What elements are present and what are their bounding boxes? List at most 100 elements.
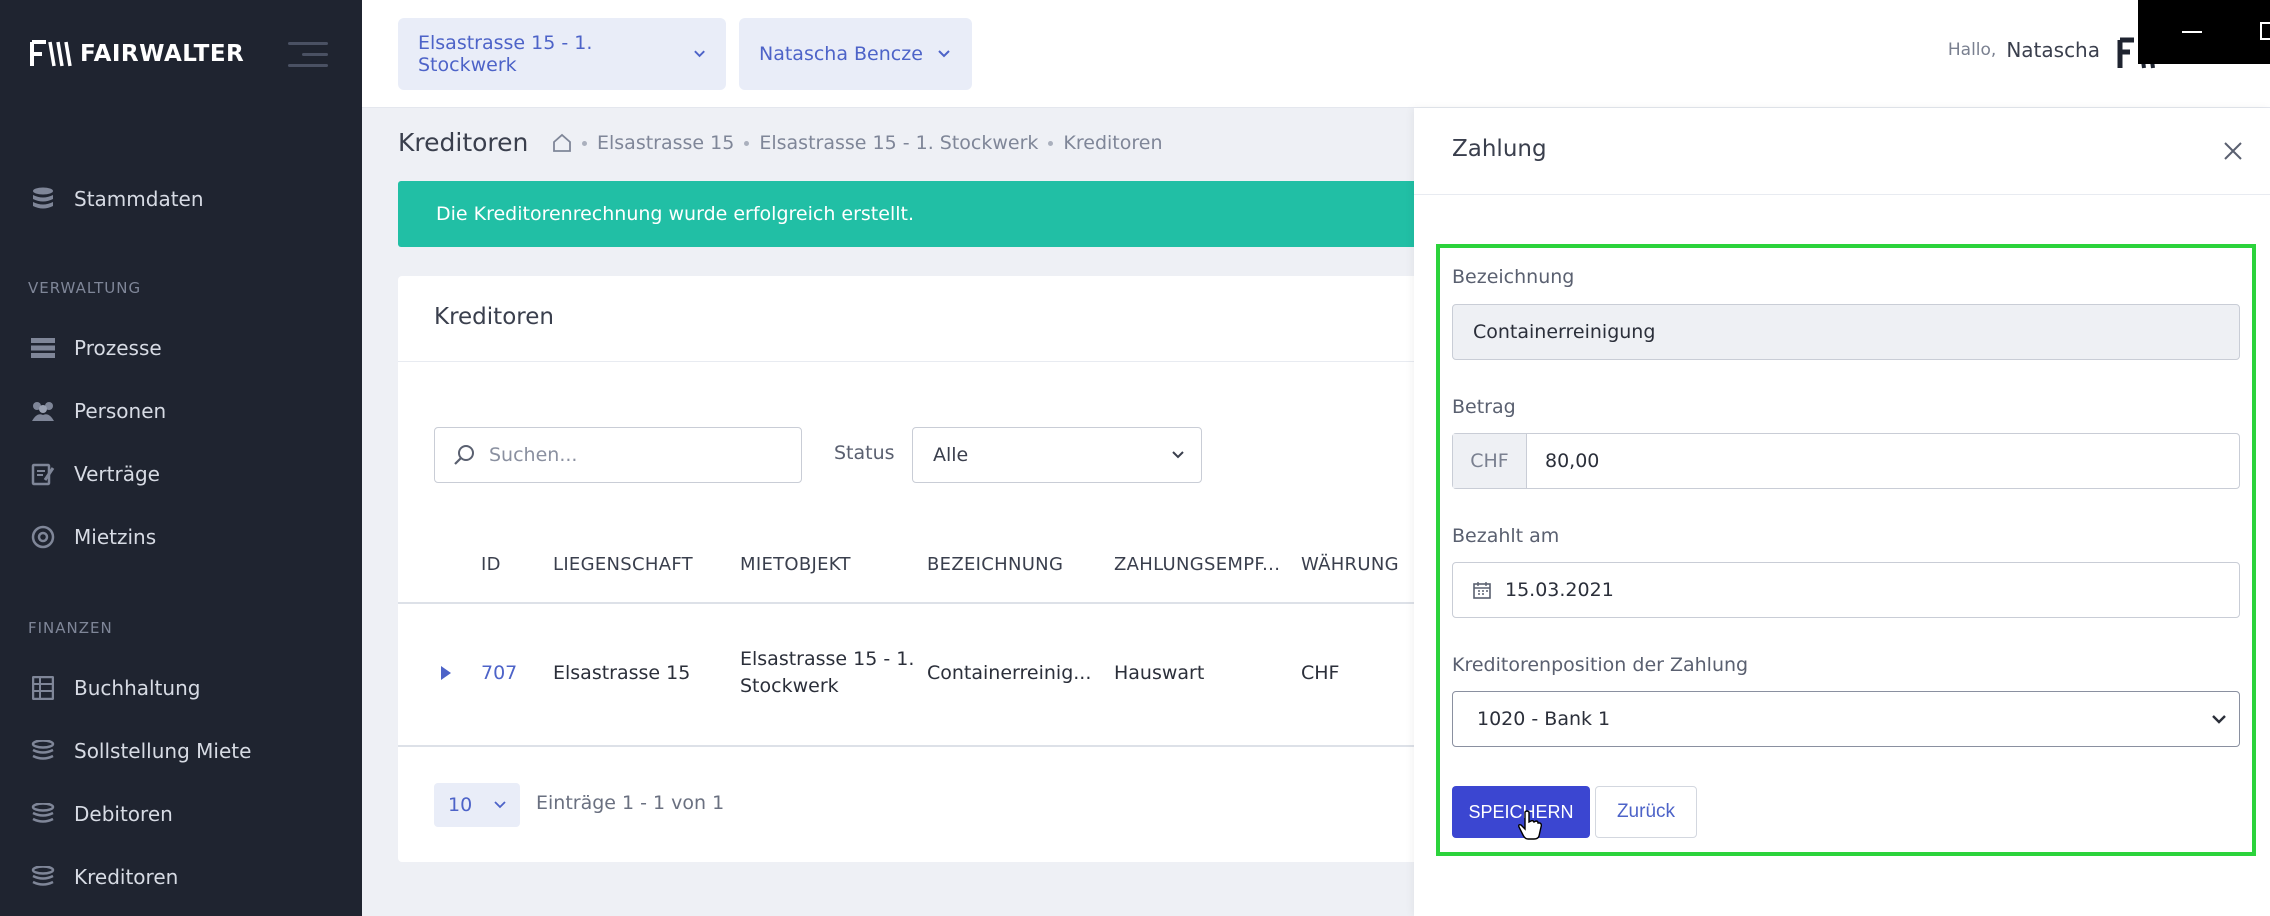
menu-toggle-icon[interactable] (288, 42, 328, 72)
cell-bezeichnung: Containerreinig... (927, 662, 1092, 684)
sidebar-item-debitoren[interactable]: Debitoren (30, 794, 173, 834)
sidebar-item-vertraege[interactable]: Verträge (30, 454, 160, 494)
breadcrumb-item[interactable]: Elsastrasse 15 - 1. Stockwerk (759, 132, 1038, 154)
page-title: Kreditoren (398, 128, 529, 157)
status-label: Status (834, 442, 895, 464)
bezeichnung-field[interactable]: Containerreinigung (1452, 304, 2240, 360)
sidebar-item-buchhaltung[interactable]: Buchhaltung (30, 668, 200, 708)
betrag-field[interactable]: CHF 80,00 (1452, 433, 2240, 489)
payment-panel: Zahlung Bezeichnung Containerreinigung B… (1414, 108, 2270, 916)
database-icon (30, 186, 56, 212)
ledger-icon (30, 675, 56, 701)
sidebar-item-label: Buchhaltung (74, 676, 201, 700)
search-placeholder: Suchen... (489, 444, 578, 466)
column-header-zahlungsempfaenger[interactable]: ZAHLUNGSEMPF... (1114, 554, 1280, 575)
cell-id[interactable]: 707 (481, 662, 517, 684)
rent-icon (30, 524, 56, 550)
column-header-waehrung[interactable]: WÄHRUNG (1301, 554, 1399, 575)
success-alert: Die Kreditorenrechnung wurde erfolgreich… (398, 181, 1418, 247)
currency-prefix: CHF (1453, 434, 1527, 488)
pagination-info: Einträge 1 - 1 von 1 (536, 792, 725, 814)
kreditorenposition-value: 1020 - Bank 1 (1477, 708, 1611, 730)
status-select-value: Alle (933, 444, 969, 466)
sidebar-item-label: Stammdaten (74, 187, 204, 211)
sidebar-item-label: Prozesse (74, 336, 162, 360)
column-header-liegenschaft[interactable]: LIEGENSCHAFT (553, 554, 693, 575)
property-select[interactable]: Elsastrasse 15 - 1. Stockwerk (398, 18, 726, 90)
close-icon[interactable] (2222, 140, 2244, 162)
calendar-icon (1473, 582, 1491, 599)
bezeichnung-value: Containerreinigung (1473, 321, 1656, 343)
user-name: Natascha (2006, 38, 2100, 62)
betrag-label: Betrag (1452, 396, 1516, 418)
divider (398, 745, 1418, 747)
divider (398, 602, 1418, 604)
sidebar-item-mietzins[interactable]: Mietzins (30, 517, 156, 557)
contract-icon (30, 461, 56, 487)
coins-icon (30, 738, 56, 764)
bezeichnung-label: Bezeichnung (1452, 266, 1575, 288)
sidebar-item-label: Debitoren (74, 802, 173, 826)
sidebar-item-label: Personen (74, 399, 167, 423)
user-greeting: Hallo, Natascha (1948, 38, 2100, 62)
bezahlt-am-value: 15.03.2021 (1505, 579, 1614, 601)
betrag-value: 80,00 (1545, 450, 1600, 472)
sidebar-item-personen[interactable]: Personen (30, 391, 166, 431)
sidebar-item-label: Verträge (74, 462, 160, 486)
divider (398, 361, 1418, 362)
column-header-id[interactable]: ID (481, 554, 501, 575)
column-header-bezeichnung[interactable]: BEZEICHNUNG (927, 554, 1063, 575)
status-select[interactable]: Alle (912, 427, 1202, 483)
person-select[interactable]: Natascha Bencze (739, 18, 972, 90)
expand-row-icon[interactable] (440, 665, 452, 681)
sidebar-item-stammdaten[interactable]: Stammdaten (30, 179, 204, 219)
brand-logo[interactable]: FAIRWALTER (30, 38, 244, 70)
sidebar-item-label: Mietzins (74, 525, 157, 549)
back-button[interactable]: Zurück (1595, 786, 1697, 838)
kreditorenposition-select[interactable]: 1020 - Bank 1 (1452, 691, 2240, 747)
window-controls (2138, 0, 2270, 64)
coins-icon (30, 864, 56, 890)
panel-title: Zahlung (1452, 136, 1547, 162)
kreditorenposition-label: Kreditorenposition der Zahlung (1452, 654, 1749, 676)
sidebar-item-label: Kreditoren (74, 865, 179, 889)
home-icon[interactable] (552, 133, 572, 153)
cell-mietobjekt-line1: Elsastrasse 15 - 1. (740, 648, 915, 670)
process-icon (30, 335, 56, 361)
breadcrumb: Elsastrasse 15 Elsastrasse 15 - 1. Stock… (552, 132, 1163, 154)
greeting-text: Hallo, (1947, 40, 1997, 60)
topbar: Elsastrasse 15 - 1. Stockwerk Natascha B… (362, 0, 2270, 108)
bezahlt-am-label: Bezahlt am (1452, 525, 1560, 547)
cell-mietobjekt-line2: Stockwerk (740, 675, 839, 697)
breadcrumb-separator (744, 140, 750, 146)
breadcrumb-item: Kreditoren (1063, 132, 1163, 154)
chevron-down-icon (494, 801, 506, 809)
section-finanzen: FINANZEN (28, 619, 113, 637)
divider (1414, 194, 2270, 195)
sidebar-item-sollstellung-miete[interactable]: Sollstellung Miete (30, 731, 251, 771)
sidebar: FAIRWALTER Stammdaten VERWALTUNG Prozess… (0, 0, 362, 916)
chevron-down-icon (694, 50, 705, 58)
section-verwaltung: VERWALTUNG (28, 279, 142, 297)
search-icon (454, 445, 474, 465)
cell-liegenschaft: Elsastrasse 15 (553, 662, 691, 684)
page-size-select[interactable]: 10 (434, 783, 520, 827)
breadcrumb-item[interactable]: Elsastrasse 15 (597, 132, 734, 154)
cell-waehrung: CHF (1301, 662, 1340, 684)
breadcrumb-separator (582, 140, 587, 146)
sidebar-item-prozesse[interactable]: Prozesse (30, 328, 162, 368)
coins-icon (30, 801, 56, 827)
maximize-icon[interactable] (2260, 22, 2270, 40)
property-select-value: Elsastrasse 15 - 1. Stockwerk (418, 32, 593, 76)
column-header-mietobjekt[interactable]: MIETOBJEKT (740, 554, 851, 575)
minimize-icon[interactable] (2182, 31, 2202, 33)
sidebar-item-kreditoren[interactable]: Kreditoren (30, 857, 178, 897)
card-title: Kreditoren (434, 304, 554, 330)
search-input[interactable]: Suchen... (434, 427, 802, 483)
bezahlt-am-field[interactable]: 15.03.2021 (1452, 562, 2240, 618)
cell-empfaenger: Hauswart (1114, 662, 1205, 684)
brand-name: FAIRWALTER (80, 41, 245, 67)
hand-cursor-icon (1518, 810, 1542, 840)
chevron-down-icon (938, 50, 950, 58)
breadcrumb-separator (1048, 140, 1054, 146)
